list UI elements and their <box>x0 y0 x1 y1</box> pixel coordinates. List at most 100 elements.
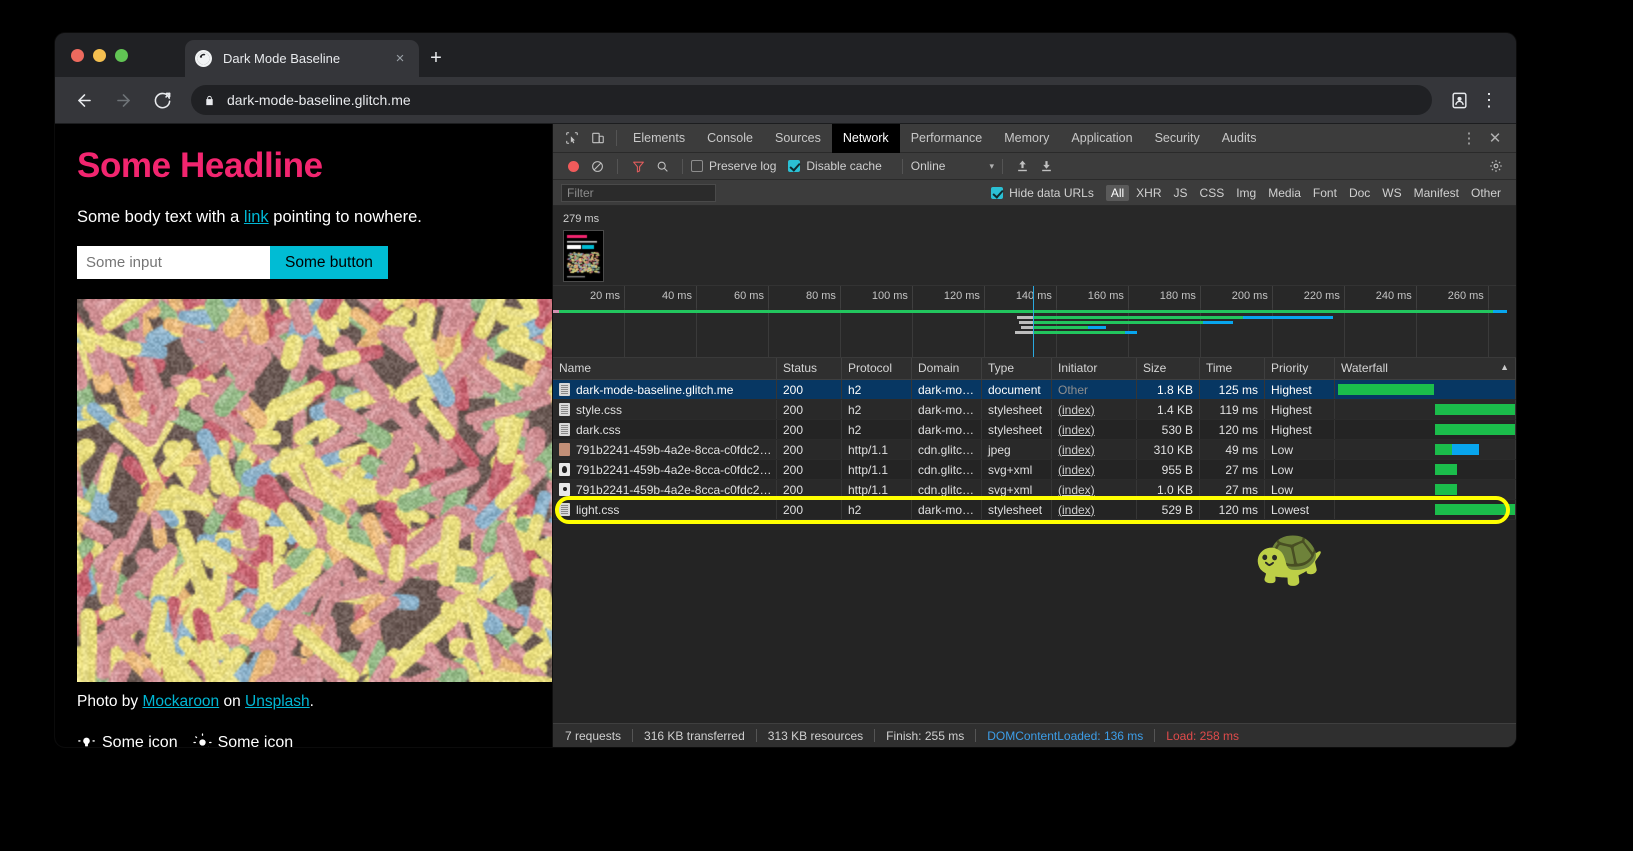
table-row[interactable]: dark.css200h2dark-mo…stylesheet(index)53… <box>553 420 1516 440</box>
back-icon[interactable] <box>69 85 99 115</box>
browser-menu-icon[interactable]: ⋮ <box>1476 87 1502 113</box>
close-devtools-icon[interactable]: ✕ <box>1482 126 1508 150</box>
minimize-window-button[interactable] <box>93 49 106 62</box>
filter-type-img[interactable]: Img <box>1231 185 1261 201</box>
initiator-link[interactable]: (index) <box>1058 503 1095 517</box>
tab-sources[interactable]: Sources <box>764 124 832 153</box>
icon1-label: Some icon <box>102 734 178 748</box>
initiator-link[interactable]: (index) <box>1058 403 1095 417</box>
column-header-domain[interactable]: Domain <box>912 358 982 379</box>
column-header-status[interactable]: Status <box>777 358 842 379</box>
cell-priority: Highest <box>1265 380 1335 399</box>
browser-tab[interactable]: Dark Mode Baseline × <box>185 40 419 77</box>
profile-badge-icon[interactable] <box>1446 87 1472 113</box>
disable-cache-checkbox[interactable]: Disable cache <box>788 159 881 173</box>
cell-name: dark.css <box>553 420 777 439</box>
window-traffic-lights <box>71 49 128 62</box>
unsplash-link[interactable]: Unsplash <box>245 693 310 710</box>
ruler-gridline <box>697 308 769 357</box>
initiator-link[interactable]: (index) <box>1058 423 1095 437</box>
resources-size: 313 KB resources <box>768 729 863 743</box>
tab-security[interactable]: Security <box>1144 124 1211 153</box>
tab-audits[interactable]: Audits <box>1211 124 1268 153</box>
network-toolbar: Preserve log Disable cache Online ▾ <box>553 153 1516 180</box>
tab-performance[interactable]: Performance <box>900 124 994 153</box>
filter-type-manifest[interactable]: Manifest <box>1409 185 1464 201</box>
tab-console[interactable]: Console <box>696 124 764 153</box>
filter-type-media[interactable]: Media <box>1263 185 1306 201</box>
cell-type: svg+xml <box>982 460 1052 479</box>
filter-type-other[interactable]: Other <box>1466 185 1506 201</box>
column-header-type[interactable]: Type <box>982 358 1052 379</box>
omnibox-row: dark-mode-baseline.glitch.me ⋮ <box>55 77 1516 124</box>
ruler-tick-label: 60 ms <box>734 290 764 302</box>
tab-memory[interactable]: Memory <box>993 124 1060 153</box>
toolbar-right <box>1484 155 1508 177</box>
more-options-icon[interactable]: ⋮ <box>1456 126 1482 150</box>
reload-icon[interactable] <box>147 85 177 115</box>
network-status-bar: 7 requests 316 KB transferred 313 KB res… <box>553 723 1516 747</box>
some-input-field[interactable] <box>77 246 270 279</box>
some-button[interactable]: Some button <box>270 246 388 279</box>
forward-icon[interactable] <box>108 85 138 115</box>
tab-elements[interactable]: Elements <box>622 124 696 153</box>
filter-type-font[interactable]: Font <box>1308 185 1342 201</box>
column-header-initiator[interactable]: Initiator <box>1052 358 1137 379</box>
filter-type-js[interactable]: JS <box>1169 185 1193 201</box>
filter-type-all[interactable]: All <box>1106 185 1129 201</box>
cell-name: light.css <box>553 500 777 519</box>
initiator-link[interactable]: (index) <box>1058 463 1095 477</box>
device-toolbar-icon[interactable] <box>585 126 611 150</box>
initiator-link[interactable]: (index) <box>1058 443 1095 457</box>
ruler-bar-img-dl <box>1088 326 1106 329</box>
import-har-icon[interactable] <box>1011 155 1035 177</box>
filter-icon[interactable] <box>626 155 650 177</box>
tab-network[interactable]: Network <box>832 124 900 153</box>
column-header-priority[interactable]: Priority <box>1265 358 1335 379</box>
request-name: dark-mode-baseline.glitch.me <box>576 383 733 397</box>
column-header-size[interactable]: Size <box>1137 358 1200 379</box>
ruler-gridline <box>1417 308 1489 357</box>
table-row[interactable]: dark-mode-baseline.glitch.me200h2dark-mo… <box>553 380 1516 400</box>
filter-input[interactable] <box>561 184 716 202</box>
new-tab-button[interactable]: + <box>425 48 447 70</box>
filmstrip-thumbnail[interactable] <box>563 230 604 282</box>
initiator-link[interactable]: (index) <box>1058 483 1095 497</box>
address-bar[interactable]: dark-mode-baseline.glitch.me <box>191 85 1432 115</box>
table-row[interactable]: 791b2241-459b-4a2e-8cca-c0fdc2…200http/1… <box>553 480 1516 500</box>
hide-data-urls-checkbox[interactable]: Hide data URLs <box>991 186 1094 200</box>
table-row[interactable]: light.css200h2dark-mo…stylesheet(index)5… <box>553 500 1516 520</box>
table-row[interactable]: 791b2241-459b-4a2e-8cca-c0fdc2…200http/1… <box>553 460 1516 480</box>
cell-time: 27 ms <box>1200 460 1265 479</box>
filter-type-xhr[interactable]: XHR <box>1131 185 1166 201</box>
record-button[interactable] <box>561 155 585 177</box>
mockaroon-link[interactable]: Mockaroon <box>143 693 220 710</box>
column-header-waterfall[interactable]: Waterfall▲ <box>1335 358 1516 379</box>
settings-gear-icon[interactable] <box>1484 155 1508 177</box>
column-header-protocol[interactable]: Protocol <box>842 358 912 379</box>
cell-name: 791b2241-459b-4a2e-8cca-c0fdc2… <box>553 460 777 479</box>
throttling-select[interactable]: Online ▾ <box>911 159 994 173</box>
clear-button[interactable] <box>585 155 609 177</box>
filter-type-css[interactable]: CSS <box>1195 185 1230 201</box>
ruler-bar-document-wait <box>553 310 559 313</box>
cell-time: 120 ms <box>1200 420 1265 439</box>
inspect-element-icon[interactable] <box>559 126 585 150</box>
filter-type-ws[interactable]: WS <box>1377 185 1406 201</box>
table-row[interactable]: style.css200h2dark-mo…stylesheet(index)1… <box>553 400 1516 420</box>
body-link[interactable]: link <box>244 208 269 226</box>
search-icon[interactable] <box>650 155 674 177</box>
cell-waterfall <box>1335 400 1516 419</box>
tab-application[interactable]: Application <box>1060 124 1143 153</box>
table-row[interactable]: 791b2241-459b-4a2e-8cca-c0fdc2…200http/1… <box>553 440 1516 460</box>
filter-type-doc[interactable]: Doc <box>1344 185 1375 201</box>
close-icon[interactable]: × <box>391 50 409 68</box>
column-header-time[interactable]: Time <box>1200 358 1265 379</box>
export-har-icon[interactable] <box>1035 155 1059 177</box>
preserve-log-checkbox[interactable]: Preserve log <box>691 159 776 173</box>
column-header-name[interactable]: Name <box>553 358 777 379</box>
ruler-bar-document <box>557 310 1493 313</box>
close-window-button[interactable] <box>71 49 84 62</box>
cell-protocol: h2 <box>842 500 912 519</box>
maximize-window-button[interactable] <box>115 49 128 62</box>
